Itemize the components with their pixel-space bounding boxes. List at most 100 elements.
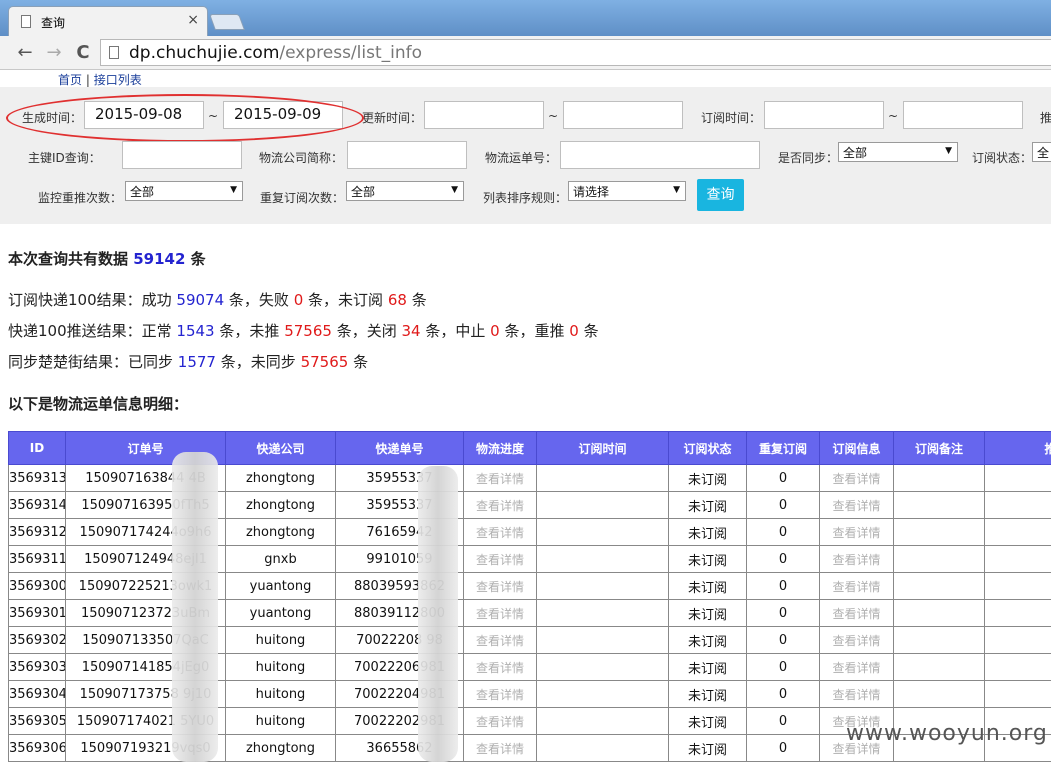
detail-heading: 以下是物流运单信息明细： — [8, 395, 189, 413]
company-label: 物流公司简称： — [259, 151, 344, 165]
sync-select-value: 全部 — [843, 146, 868, 160]
push-mid1: 条，未推 — [219, 322, 280, 340]
sub-status-cell: 未订阅 — [668, 653, 747, 681]
address-bar[interactable]: dp.chuchujie.com/express/list_info — [100, 39, 1051, 66]
progress-link[interactable]: 查看详情 — [463, 734, 537, 762]
search-button[interactable]: 查询 — [697, 179, 744, 211]
url-text: dp.chuchujie.com/express/list_info — [129, 43, 422, 63]
sub-status-cell: 未订阅 — [668, 464, 747, 492]
column-header: ID — [8, 431, 66, 465]
waybill-label: 物流运单号： — [485, 151, 558, 165]
sub-status-select[interactable]: 全 — [1032, 142, 1051, 162]
progress-link[interactable]: 查看详情 — [463, 680, 537, 708]
sync-none: 57565 — [300, 353, 349, 371]
sub-time-cell — [536, 734, 669, 762]
browser-tab[interactable]: 查询 × — [8, 6, 208, 36]
id-input[interactable] — [122, 141, 242, 169]
sub-status-cell: 未订阅 — [668, 545, 747, 573]
sub-info-link[interactable]: 查看详情 — [819, 545, 894, 573]
sub-time-cell — [536, 572, 669, 600]
table-row: 3569303 150907141854jEg0 huitong 7002220698… — [8, 653, 1051, 681]
waybill-input[interactable] — [560, 141, 760, 169]
sub-info-link[interactable]: 查看详情 — [819, 518, 894, 546]
monitor-select[interactable]: 全部 ▼ — [125, 181, 243, 201]
resub-select[interactable]: 全部 ▼ — [346, 181, 464, 201]
sync-mid: 条，未同步 — [220, 353, 296, 371]
push-cell — [984, 680, 1051, 708]
sub-time-label: 订阅时间： — [701, 111, 762, 125]
forward-icon[interactable]: → — [43, 42, 65, 63]
sub-mid1: 条，失败 — [228, 291, 289, 309]
progress-link[interactable]: 查看详情 — [463, 707, 537, 735]
progress-link[interactable]: 查看详情 — [463, 545, 537, 573]
progress-link[interactable]: 查看详情 — [463, 572, 537, 600]
sub-suffix: 条 — [411, 291, 427, 309]
tilde: ~ — [548, 109, 559, 123]
courier-company: huitong — [225, 653, 336, 681]
progress-link[interactable]: 查看详情 — [463, 491, 537, 519]
sub-note-cell — [893, 572, 985, 600]
push-cell — [984, 626, 1051, 654]
repeat-count: 0 — [746, 653, 820, 681]
courier-company: zhongtong — [225, 518, 336, 546]
sub-none: 68 — [387, 291, 407, 309]
update-time-label: 更新时间： — [362, 111, 423, 125]
url-host: dp.chuchujie.com — [129, 43, 280, 63]
sub-status-label: 订阅状态： — [972, 151, 1033, 165]
top-nav: 首页 | 接口列表 — [58, 71, 142, 88]
progress-link[interactable]: 查看详情 — [463, 464, 537, 492]
row-id: 3569305 — [8, 707, 66, 735]
resub-label: 重复订阅次数： — [260, 191, 345, 205]
row-id: 3569301 — [8, 599, 66, 627]
home-link[interactable]: 首页 — [58, 73, 82, 87]
page-icon — [21, 15, 31, 28]
push-normal: 1543 — [176, 322, 215, 340]
waybill-table: ID订单号快递公司快递单号物流进度订阅时间订阅状态重复订阅订阅信息订阅备注推送 … — [8, 431, 1051, 762]
sort-select[interactable]: 请选择 ▼ — [568, 181, 686, 201]
progress-link[interactable]: 查看详情 — [463, 626, 537, 654]
back-icon[interactable]: ← — [14, 42, 36, 63]
sub-note-cell — [893, 545, 985, 573]
push-cell — [984, 653, 1051, 681]
redaction-blur — [418, 466, 458, 762]
column-header: 推送 — [984, 431, 1051, 465]
sub-info-link[interactable]: 查看详情 — [819, 491, 894, 519]
push-repush: 0 — [569, 322, 579, 340]
sub-mid2: 条，未订阅 — [308, 291, 384, 309]
reload-icon[interactable]: C — [72, 42, 94, 63]
sub-time-to-input[interactable] — [903, 101, 1023, 129]
table-row: 3569301 150907123723uBm yuantong 8803911280… — [8, 599, 1051, 627]
update-time-from-input[interactable] — [424, 101, 544, 129]
table-header-row: ID订单号快递公司快递单号物流进度订阅时间订阅状态重复订阅订阅信息订阅备注推送 — [8, 431, 1051, 465]
new-tab-button[interactable] — [209, 14, 245, 30]
row-id: 3569304 — [8, 680, 66, 708]
sync-select[interactable]: 全部 ▼ — [838, 142, 958, 162]
monitor-select-value: 全部 — [130, 185, 155, 199]
tab-strip: 查询 × — [0, 0, 1051, 36]
sub-time-cell — [536, 680, 669, 708]
company-input[interactable] — [347, 141, 467, 169]
push-cell — [984, 572, 1051, 600]
repeat-count: 0 — [746, 464, 820, 492]
progress-link[interactable]: 查看详情 — [463, 518, 537, 546]
update-time-to-input[interactable] — [563, 101, 683, 129]
dropdown-arrow-icon: ▼ — [230, 185, 237, 195]
sub-info-link[interactable]: 查看详情 — [819, 572, 894, 600]
sub-info-link[interactable]: 查看详情 — [819, 626, 894, 654]
progress-link[interactable]: 查看详情 — [463, 653, 537, 681]
table-row: 3569313 150907163844 4B zhongtong 35955337 查… — [8, 464, 1051, 492]
sub-time-from-input[interactable] — [764, 101, 884, 129]
table-row: 3569311 150907124948ejl1 gnxb 99101059 查看详情未… — [8, 545, 1051, 573]
sub-info-link[interactable]: 查看详情 — [819, 599, 894, 627]
sub-info-link[interactable]: 查看详情 — [819, 680, 894, 708]
sub-info-link[interactable]: 查看详情 — [819, 464, 894, 492]
api-list-link[interactable]: 接口列表 — [94, 73, 142, 87]
sub-time-cell — [536, 545, 669, 573]
sub-info-link[interactable]: 查看详情 — [819, 653, 894, 681]
tab-close-icon[interactable]: × — [187, 12, 199, 28]
page-icon — [109, 46, 119, 59]
sub-fail: 0 — [293, 291, 304, 309]
column-header: 重复订阅 — [746, 431, 820, 465]
table-row: 3569304 150907173758 9j10 huitong 700222049… — [8, 680, 1051, 708]
progress-link[interactable]: 查看详情 — [463, 599, 537, 627]
